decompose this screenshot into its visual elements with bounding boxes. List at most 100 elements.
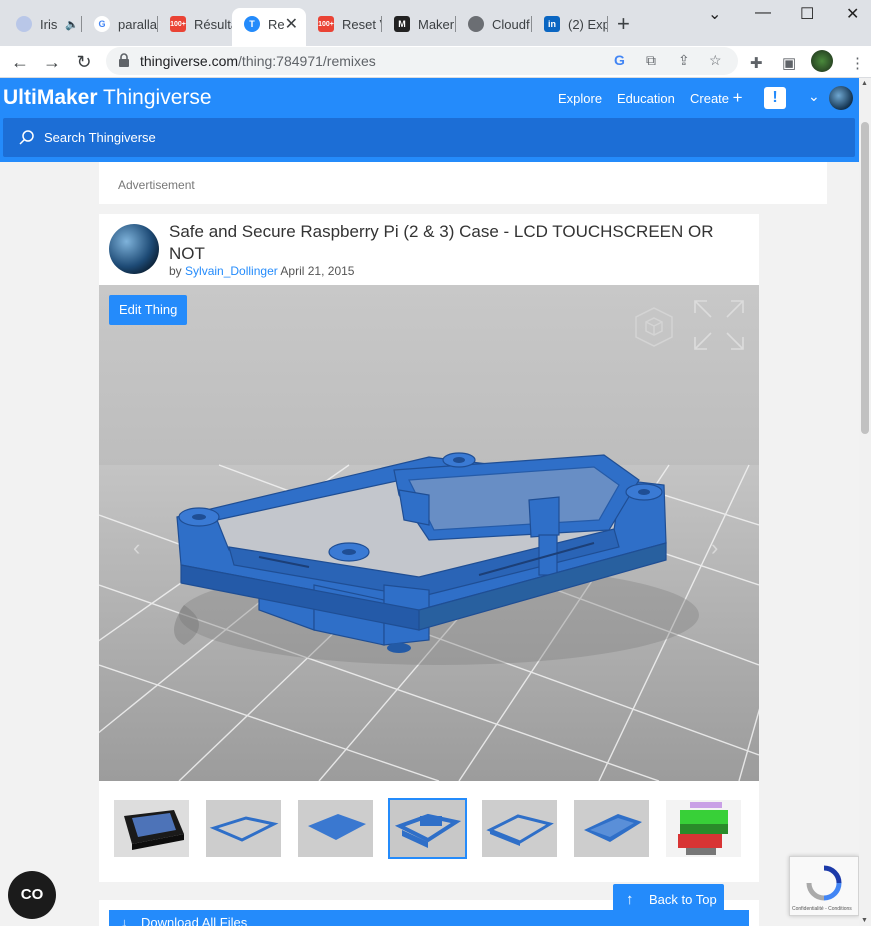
site-logo[interactable]: UltiMaker Thingiverse [3,86,212,110]
tab-maker[interactable]: M Maker [382,8,456,40]
new-tab-icon[interactable]: + [617,11,630,37]
thumbnail[interactable] [482,800,557,857]
chrome-menu-icon[interactable]: ⋮ [850,54,865,72]
close-window-icon[interactable]: ✕ [846,4,859,24]
google-lens-icon[interactable]: G [614,52,625,68]
3d-view-icon[interactable] [634,306,674,348]
google-favicon-icon: G [94,16,110,32]
iris-favicon-icon [16,16,32,32]
nav-create-label: Create [690,91,730,106]
thumbnail-image [574,800,649,857]
recaptcha-text[interactable]: Confidentialité - Conditions [792,906,852,912]
share-icon[interactable]: ⇪ [678,52,690,69]
search-placeholder: Search Thingiverse [44,130,156,145]
back-icon[interactable]: ← [8,50,32,74]
tab-gmail-results[interactable]: 100+ Résulta [158,8,232,40]
page-scrollbar[interactable]: ▲ ▼ [859,78,871,926]
tab-search-chevron-icon[interactable]: ⌄ [708,4,721,24]
gmail-favicon-icon: 100+ [170,16,186,32]
site-header: UltiMaker Thingiverse Explore Education … [0,78,871,162]
thumbnail[interactable] [666,800,741,857]
scrollbar-thumb[interactable] [861,122,869,434]
profile-avatar[interactable] [811,50,833,72]
thumbnail[interactable] [298,800,373,857]
tab-label: (2) Exp [568,16,608,32]
plus-icon: + [732,88,743,107]
bookmark-star-icon[interactable]: ☆ [709,52,722,69]
thumbnail-image [482,800,557,857]
close-tab-icon[interactable]: ✕ [285,14,298,34]
tab-google[interactable]: G paralla [82,8,158,40]
browser-tab-bar: Iris 🔈 G paralla 100+ Résulta T Re ✕ 100… [0,0,871,46]
creator-avatar[interactable] [109,224,159,274]
maker-favicon-icon: M [394,16,410,32]
address-bar: ← → ↻ thingiverse.com/thing:784971/remix… [0,46,871,78]
thumbnail-image [666,800,741,857]
nav-education[interactable]: Education [617,91,675,106]
thumbnail[interactable] [574,800,649,857]
logo-product: Thingiverse [103,86,212,109]
side-panel-icon[interactable]: ▣ [782,54,796,72]
minimize-icon[interactable]: — [755,4,771,22]
chevron-down-icon[interactable]: ⌄ [808,88,820,105]
thumbnail[interactable] [114,800,189,857]
download-all-label: Download All Files [141,915,248,926]
back-to-top-label: Back to Top [649,892,717,907]
model-viewer[interactable]: Edit Thing ‹ › [99,285,759,781]
tab-gmail-reset[interactable]: 100+ Reset V [306,8,382,40]
thumbnail-image [298,800,373,857]
thing-title: Safe and Secure Raspberry Pi (2 & 3) Cas… [169,222,714,263]
reload-icon[interactable]: ↻ [72,50,96,74]
publish-date: April 21, 2015 [280,264,355,278]
globe-icon [468,16,484,32]
extensions-puzzle-icon[interactable]: ✚ [750,54,763,72]
scroll-up-icon[interactable]: ▲ [861,80,868,87]
thumbnail-image [390,800,465,857]
byline-prefix: by [169,264,182,278]
cookie-consent-button[interactable]: CO [8,871,56,919]
lock-icon[interactable] [118,53,130,67]
search-input[interactable]: Search Thingiverse [3,118,855,157]
url-path: /thing:784971/remixes [238,53,376,69]
tab-label: Reset V [342,16,382,32]
author-link[interactable]: Sylvain_Dollinger [185,264,278,278]
tab-label: Maker [418,16,455,32]
maximize-icon[interactable]: ☐ [800,4,814,24]
thumbnail-selected[interactable] [388,798,467,859]
gmail-favicon-icon: 100+ [318,16,334,32]
arrow-up-icon: ↑ [626,891,634,908]
next-image-icon[interactable]: › [711,535,718,561]
tab-label: Cloudf [492,16,530,32]
linkedin-favicon-icon: in [544,16,560,32]
scroll-down-icon[interactable]: ▼ [861,917,868,924]
edit-thing-button[interactable]: Edit Thing [109,295,188,325]
thumbnail[interactable] [206,800,281,857]
thingiverse-favicon-icon: T [244,16,260,32]
previous-image-icon[interactable]: ‹ [133,535,140,561]
tab-thingiverse-active[interactable]: T Re ✕ [232,8,306,46]
nav-create[interactable]: Create + [690,88,743,107]
tab-label: paralla [118,16,158,32]
nav-explore[interactable]: Explore [558,91,602,106]
model-render [99,452,759,781]
forward-icon[interactable]: → [40,50,64,74]
thing-card: Safe and Secure Raspberry Pi (2 & 3) Cas… [99,214,759,882]
tab-label: Résulta [194,16,232,32]
user-avatar[interactable] [829,86,853,110]
speaker-icon[interactable]: 🔈 [65,18,79,31]
url-input[interactable]: thingiverse.com/thing:784971/remixes G ⧉… [106,47,738,75]
translate-icon[interactable]: ⧉ [646,52,656,69]
back-to-top-button[interactable]: ↑ Back to Top [613,884,724,915]
tab-label: Re [268,16,285,32]
tab-cloudflare[interactable]: Cloudf [456,8,532,40]
alert-button[interactable]: ! [764,87,786,109]
url-domain: thingiverse.com [140,53,239,69]
thumbnail-image [124,810,184,850]
fullscreen-icon[interactable] [693,299,745,351]
tab-iris[interactable]: Iris 🔈 [4,8,82,40]
download-icon: ↓ [121,915,128,926]
tab-linkedin[interactable]: in (2) Exp [532,8,608,40]
thumbnail-strip [99,798,759,860]
thumbnail-image [206,800,281,857]
recaptcha-badge[interactable]: Confidentialité - Conditions [789,856,859,916]
